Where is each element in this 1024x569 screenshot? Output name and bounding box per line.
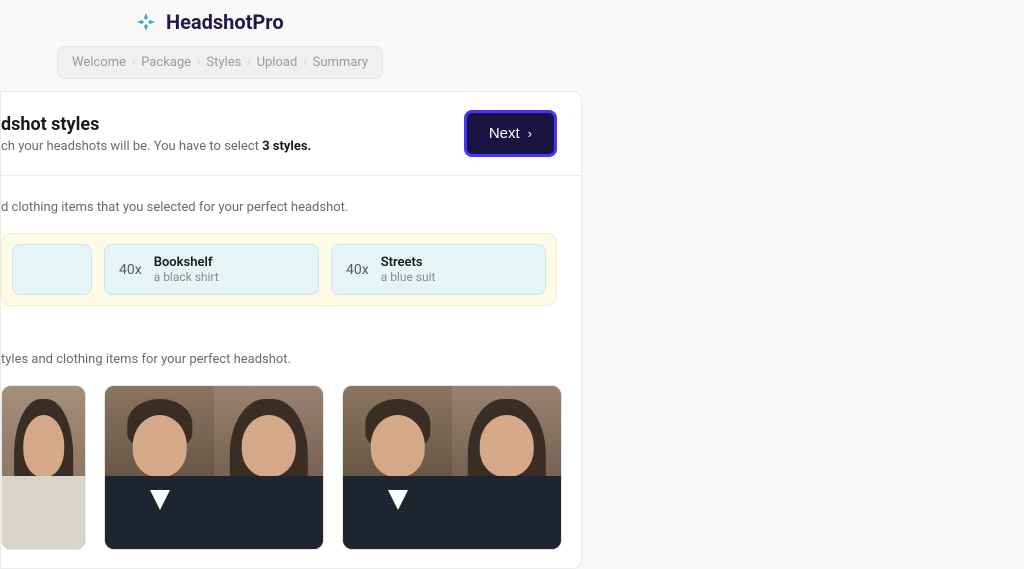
style-count: 40x — [346, 262, 369, 278]
style-meta: Streets a blue suit — [381, 255, 436, 284]
style-meta: Bookshelf a black shirt — [154, 255, 219, 284]
style-option[interactable]: MOST POPULAR — [104, 385, 324, 550]
style-clothing: a blue suit — [381, 270, 436, 284]
next-button-label: Next — [489, 125, 520, 142]
breadcrumb-item[interactable]: Upload — [257, 55, 298, 70]
selected-style-chip[interactable]: 40x Streets a blue suit — [331, 244, 546, 295]
logo-icon — [134, 10, 158, 34]
breadcrumb-item[interactable]: Welcome — [72, 55, 126, 70]
selected-style-chip[interactable] — [12, 244, 92, 295]
chevron-right-icon: › — [303, 56, 306, 69]
breadcrumb-item[interactable]: Package — [141, 55, 191, 70]
title-block: dshot styles ch your headshots will be. … — [1, 114, 311, 154]
page-subtitle: ch your headshots will be. You have to s… — [1, 139, 311, 154]
chevron-right-icon: › — [197, 56, 200, 69]
page-title: dshot styles — [1, 114, 311, 135]
selected-desc: d clothing items that you selected for y… — [1, 200, 557, 215]
selected-style-chip[interactable]: 40x Bookshelf a black shirt — [104, 244, 319, 295]
style-name: Streets — [381, 255, 436, 270]
selected-styles-container: 40x Bookshelf a black shirt 40x Streets … — [1, 233, 557, 306]
portrait-image — [2, 386, 85, 549]
page-header: HeadshotPro Welcome › Package › Styles ›… — [0, 0, 1024, 87]
style-gallery: MOST POPULAR MOST POPULAR — [1, 385, 557, 550]
logo-text: HeadshotPro — [166, 10, 284, 34]
breadcrumb-item[interactable]: Styles — [206, 55, 241, 70]
subtitle-text: ch your headshots will be. You have to s… — [1, 139, 262, 154]
style-clothing: a black shirt — [154, 270, 219, 284]
card-header: dshot styles ch your headshots will be. … — [1, 92, 581, 176]
chevron-right-icon: › — [247, 56, 250, 69]
breadcrumb: Welcome › Package › Styles › Upload › Su… — [57, 46, 383, 79]
subtitle-bold: 3 styles. — [262, 139, 311, 154]
style-count: 40x — [119, 262, 142, 278]
styles-card: dshot styles ch your headshots will be. … — [0, 91, 582, 569]
portrait-image — [105, 386, 323, 549]
chevron-right-icon: › — [132, 56, 135, 69]
style-option[interactable]: MOST POPULAR — [342, 385, 562, 550]
selected-section: d clothing items that you selected for y… — [1, 176, 581, 306]
style-name: Bookshelf — [154, 255, 219, 270]
logo[interactable]: HeadshotPro — [57, 10, 967, 34]
available-section: tyles and clothing items for your perfec… — [1, 306, 581, 568]
next-button[interactable]: Next › — [464, 110, 557, 157]
available-desc: tyles and clothing items for your perfec… — [1, 352, 557, 367]
breadcrumb-item[interactable]: Summary — [313, 55, 368, 70]
portrait-image — [343, 386, 561, 549]
chevron-right-icon: › — [528, 126, 532, 141]
style-option[interactable] — [1, 385, 86, 550]
